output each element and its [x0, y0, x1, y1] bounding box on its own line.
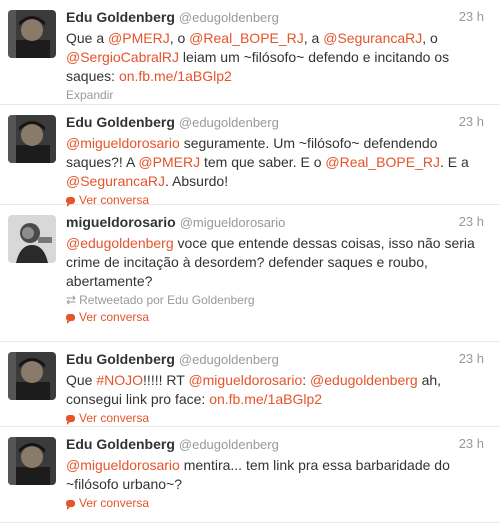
tweet-header: Edu Goldenberg @edugoldenberg: [66, 8, 490, 26]
avatar[interactable]: [8, 10, 56, 58]
view-conversation-link[interactable]: Ver conversa: [66, 410, 490, 426]
retweeted-by: ⇄ Retweetado por Edu Goldenberg: [66, 292, 490, 308]
mention-link[interactable]: @Real_BOPE_RJ: [189, 30, 304, 46]
retweeted-by-label: Retweetado por Edu Goldenberg: [79, 293, 255, 307]
tweet-text-fragment: Que: [66, 372, 97, 388]
mention-link[interactable]: @migueldorosario: [66, 135, 180, 151]
mention-link[interactable]: @edugoldenberg: [310, 372, 418, 388]
tweet-text: @migueldorosario mentira... tem link pra…: [66, 456, 490, 494]
mention-link[interactable]: @PMERJ: [138, 154, 200, 170]
author-name[interactable]: Edu Goldenberg: [66, 114, 175, 130]
tweet-text-fragment: . E a: [439, 154, 469, 170]
tweet[interactable]: Edu Goldenberg @edugoldenberg 23 h Que a …: [0, 0, 500, 105]
speech-bubble-icon: [66, 314, 75, 324]
mention-link[interactable]: @migueldorosario: [66, 457, 180, 473]
view-conversation-label: Ver conversa: [79, 310, 150, 324]
mention-link[interactable]: @SegurancaRJ: [323, 30, 422, 46]
timestamp[interactable]: 23 h: [459, 435, 484, 453]
avatar[interactable]: [8, 352, 56, 400]
author-name[interactable]: migueldorosario: [66, 214, 176, 230]
tweet-header: migueldorosario @migueldorosario: [66, 213, 490, 231]
mention-link[interactable]: on.fb.me/1aBGlp2: [119, 68, 232, 84]
tweet-text-fragment: tem que saber. E o: [200, 154, 326, 170]
author-handle[interactable]: @edugoldenberg: [179, 352, 279, 367]
tweet-text-fragment: , o: [169, 30, 190, 46]
tweet[interactable]: Edu Goldenberg @edugoldenberg 23 h @migue…: [0, 105, 500, 207]
author-handle[interactable]: @edugoldenberg: [179, 437, 279, 452]
expand-link[interactable]: Expandir: [66, 87, 490, 103]
author-handle[interactable]: @migueldorosario: [180, 215, 286, 230]
mention-link[interactable]: @SergioCabralRJ: [66, 49, 179, 65]
mention-link[interactable]: @edugoldenberg: [66, 235, 174, 251]
tweet[interactable]: Edu Goldenberg @edugoldenberg 23 h Que #N…: [0, 342, 500, 427]
tweet-header: Edu Goldenberg @edugoldenberg: [66, 113, 490, 131]
mention-link[interactable]: @PMERJ: [108, 30, 170, 46]
timestamp[interactable]: 23 h: [459, 213, 484, 231]
author-name[interactable]: Edu Goldenberg: [66, 436, 175, 452]
view-conversation-label: Ver conversa: [79, 411, 150, 425]
author-name[interactable]: Edu Goldenberg: [66, 9, 175, 25]
mention-link[interactable]: @SegurancaRJ: [66, 173, 165, 189]
tweet-header: Edu Goldenberg @edugoldenberg: [66, 350, 490, 368]
speech-bubble-icon: [66, 500, 75, 510]
tweet-text-fragment: !!!!! RT: [143, 372, 189, 388]
author-handle[interactable]: @edugoldenberg: [179, 10, 279, 25]
view-conversation-link[interactable]: Ver conversa: [66, 309, 490, 325]
tweet-text: @migueldorosario seguramente. Um ~filóso…: [66, 134, 490, 191]
mention-link[interactable]: @migueldorosario: [188, 372, 302, 388]
avatar[interactable]: [8, 215, 56, 263]
tweet-text-fragment: :: [302, 372, 311, 388]
mention-link[interactable]: #NOJO: [96, 372, 143, 388]
mention-link[interactable]: @Real_BOPE_RJ: [325, 154, 440, 170]
author-name[interactable]: Edu Goldenberg: [66, 351, 175, 367]
tweet-text-fragment: , a: [303, 30, 324, 46]
view-conversation-label: Ver conversa: [79, 496, 150, 510]
speech-bubble-icon: [66, 197, 75, 207]
tweet-text: Que #NOJO!!!!! RT @migueldorosario: @edu…: [66, 371, 490, 409]
timestamp[interactable]: 23 h: [459, 113, 484, 131]
speech-bubble-icon: [66, 415, 75, 425]
timestamp[interactable]: 23 h: [459, 8, 484, 26]
view-conversation-link[interactable]: Ver conversa: [66, 495, 490, 511]
tweet-text: @edugoldenberg voce que entende dessas c…: [66, 234, 490, 291]
tweet-text: Que a @PMERJ, o @Real_BOPE_RJ, a @Segura…: [66, 29, 490, 86]
tweet-header: Edu Goldenberg @edugoldenberg: [66, 435, 490, 453]
timestamp[interactable]: 23 h: [459, 350, 484, 368]
tweet-text-fragment: , o: [422, 30, 438, 46]
tweet-text-fragment: . Absurdo!: [165, 173, 229, 189]
tweet[interactable]: migueldorosario @migueldorosario 23 h @ed…: [0, 205, 500, 342]
timeline: Edu Goldenberg @edugoldenberg 23 h Que a …: [0, 0, 500, 523]
author-handle[interactable]: @edugoldenberg: [179, 115, 279, 130]
tweet[interactable]: Edu Goldenberg @edugoldenberg 23 h @migue…: [0, 427, 500, 523]
retweet-icon: ⇄: [66, 293, 77, 307]
tweet-text-fragment: Que a: [66, 30, 109, 46]
avatar[interactable]: [8, 437, 56, 485]
avatar[interactable]: [8, 115, 56, 163]
mention-link[interactable]: on.fb.me/1aBGlp2: [209, 391, 322, 407]
